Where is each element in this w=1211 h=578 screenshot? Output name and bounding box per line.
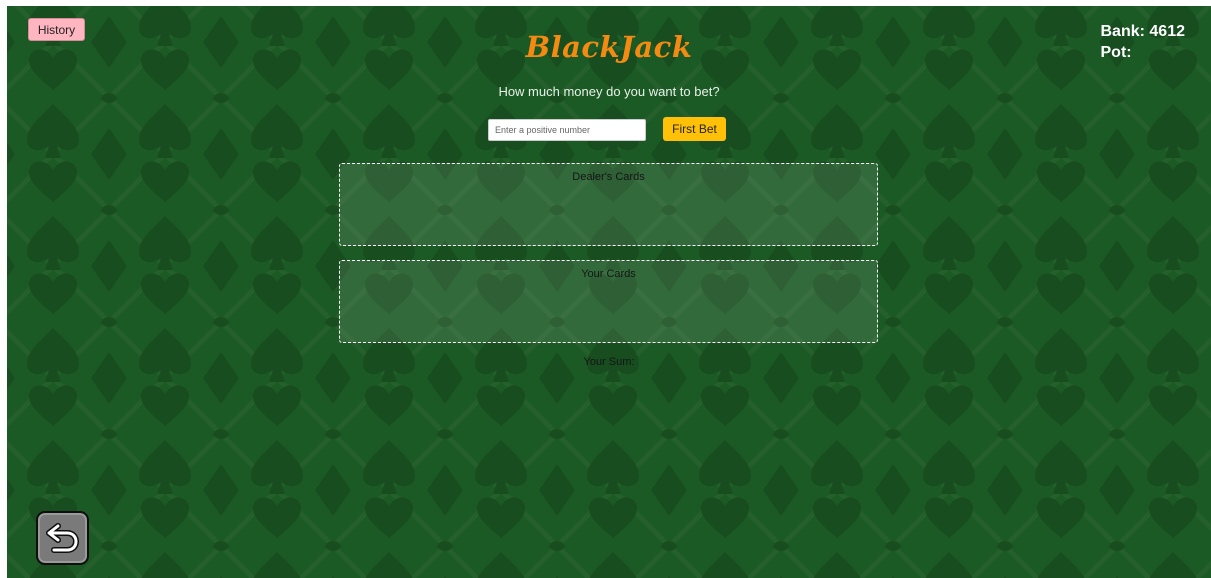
player-cards-label: Your Cards bbox=[581, 268, 636, 280]
undo-arrow-icon bbox=[45, 523, 79, 553]
bet-question: How much money do you want to bet? bbox=[498, 84, 720, 99]
player-sum: Your Sum: bbox=[7, 356, 1211, 368]
game-title: BlackJack bbox=[525, 30, 693, 64]
dealer-cards-area: Dealer's Cards bbox=[339, 163, 878, 246]
game-table: History Bank: 4612 Pot: BlackJack How mu… bbox=[7, 6, 1211, 578]
dealer-cards-label: Dealer's Cards bbox=[572, 171, 645, 183]
player-sum-label: Your Sum: bbox=[583, 356, 635, 368]
first-bet-button[interactable]: First Bet bbox=[663, 117, 726, 141]
player-cards-area: Your Cards bbox=[339, 260, 878, 343]
bet-amount-input[interactable] bbox=[488, 119, 646, 141]
back-button[interactable] bbox=[36, 511, 89, 565]
